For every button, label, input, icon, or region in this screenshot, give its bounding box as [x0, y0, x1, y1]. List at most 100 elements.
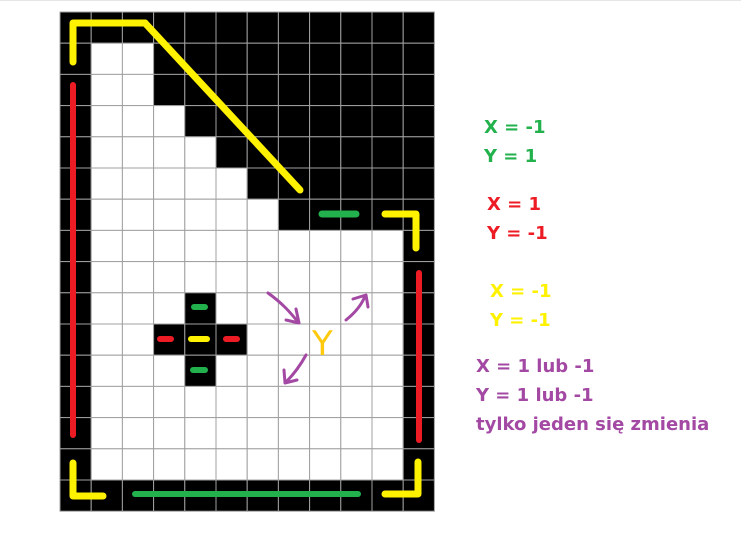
grid-cell: [277, 448, 311, 481]
grid-cell: [215, 198, 248, 231]
grid-cell: [153, 292, 186, 325]
grid-cell: [90, 73, 123, 107]
grid-cell: [309, 167, 342, 200]
grid-cell: [121, 105, 155, 138]
grid-cell: [90, 448, 123, 481]
grid-cell: [184, 385, 217, 419]
grid-cell: [309, 448, 342, 481]
grid-cell: [277, 198, 311, 231]
grid-cell: [215, 354, 248, 387]
grid-cell: [184, 229, 217, 263]
grid-cell: [246, 385, 279, 419]
grid-cell: [215, 11, 248, 44]
grid-cell: [90, 229, 123, 263]
grid-cell: [309, 385, 342, 419]
grid-cell: [402, 11, 435, 44]
grid-cell: [215, 136, 248, 169]
grid-cell: [309, 11, 342, 44]
grid-cell: [121, 136, 155, 169]
grid-cell: [371, 167, 404, 200]
grid-cell: [340, 354, 373, 387]
grid-cell: [340, 136, 373, 169]
grid-cell: [340, 73, 373, 107]
grid-cell: [277, 136, 311, 169]
grid-cell: [153, 229, 186, 263]
grid-cell: [340, 11, 373, 44]
grid-cell: [153, 261, 186, 294]
grid-cell: [153, 136, 186, 169]
grid-cell: [309, 417, 342, 450]
grid-cell: [153, 73, 186, 107]
grid-cell: [277, 323, 311, 356]
grid-cell: [90, 42, 123, 75]
grid-cell: [340, 448, 373, 481]
grid-cell: [121, 354, 155, 387]
grid-cell: [371, 417, 404, 450]
grid-cell: [340, 417, 373, 450]
grid-cell: [277, 417, 311, 450]
grid-cell: [371, 73, 404, 107]
grid-cell: [309, 42, 342, 75]
grid-cell: [153, 385, 186, 419]
grid-cell: [184, 167, 217, 200]
grid-cell: [90, 167, 123, 200]
grid-cell: [371, 11, 404, 44]
pixel-grid: [59, 11, 435, 512]
grid-cell: [90, 261, 123, 294]
grid-cell: [215, 385, 248, 419]
grid-cell: [121, 42, 155, 75]
legend-yellow-y: Y = -1: [490, 310, 551, 331]
grid-cell: [340, 105, 373, 138]
grid-cell: [184, 105, 217, 138]
grid-cell: [215, 229, 248, 263]
grid-cell: [90, 417, 123, 450]
grid-cell: [215, 42, 248, 75]
grid-cell: [340, 167, 373, 200]
grid-cell: [371, 323, 404, 356]
grid-cell: [371, 105, 404, 138]
legend-green-x: X = -1: [484, 117, 546, 138]
grid-cell: [215, 261, 248, 294]
grid-cell: [371, 292, 404, 325]
grid-cell: [309, 261, 342, 294]
grid-cell: [371, 42, 404, 75]
orange-y-marker: Y: [311, 324, 333, 364]
grid-cell: [246, 261, 279, 294]
grid-cell: [184, 417, 217, 450]
grid-cell: [371, 354, 404, 387]
grid-cell: [246, 11, 279, 44]
grid-cell: [121, 167, 155, 200]
grid-cell: [153, 167, 186, 200]
grid-cell: [371, 136, 404, 169]
grid-cell: [340, 229, 373, 263]
grid-cell: [277, 105, 311, 138]
legend-purple-x: X = 1 lub -1: [476, 356, 595, 377]
grid-cell: [246, 198, 279, 231]
grid-cell: [277, 73, 311, 107]
grid-cell: [340, 261, 373, 294]
grid-cell: [90, 292, 123, 325]
grid-cell: [309, 136, 342, 169]
grid-cell: [371, 385, 404, 419]
grid-cell: [246, 354, 279, 387]
grid-cell: [121, 229, 155, 263]
grid-cell: [309, 73, 342, 107]
grid-cell: [215, 292, 248, 325]
grid-cell: [184, 261, 217, 294]
grid-cell: [184, 198, 217, 231]
grid-cell: [246, 105, 279, 138]
grid-cell: [371, 229, 404, 263]
grid-cell: [371, 261, 404, 294]
grid-cell: [340, 323, 373, 356]
grid-cell: [402, 42, 435, 75]
grid-cell: [246, 42, 279, 75]
grid-cell: [184, 11, 217, 44]
grid-cell: [371, 448, 404, 481]
grid-cell: [215, 167, 248, 200]
grid-cell: [246, 417, 279, 450]
grid-cell: [153, 198, 186, 231]
grid-cell: [309, 292, 342, 325]
grid-cell: [184, 448, 217, 481]
grid-cell: [153, 354, 186, 387]
grid-cell: [90, 11, 123, 44]
